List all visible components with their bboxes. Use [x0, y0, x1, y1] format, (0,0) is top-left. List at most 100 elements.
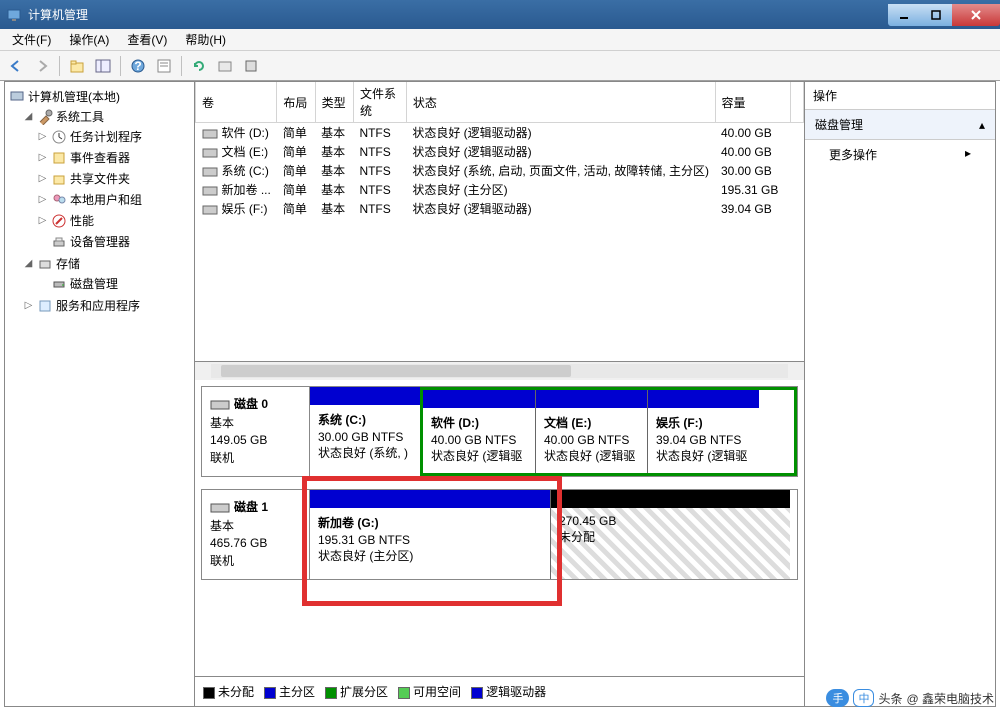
- toolbar-button-a[interactable]: [213, 54, 237, 78]
- partition[interactable]: 文档 (E:)40.00 GB NTFS状态良好 (逻辑驱: [535, 390, 647, 473]
- tree-label: 事件查看器: [70, 149, 130, 166]
- actions-more-label: 更多操作: [829, 146, 877, 163]
- disk-row[interactable]: 磁盘 0 基本 149.05 GB 联机 系统 (C:)30.00 GB NTF…: [201, 386, 798, 477]
- app-icon: [6, 7, 22, 23]
- disk-icon: [51, 276, 67, 292]
- expand-icon[interactable]: ▷: [23, 300, 34, 311]
- tree-device-manager[interactable]: 设备管理器: [35, 232, 192, 251]
- collapse-icon[interactable]: ◢: [23, 258, 34, 269]
- legend-primary: 主分区: [264, 683, 315, 700]
- tree-system-tools[interactable]: ◢ 系统工具: [21, 107, 192, 126]
- menu-bar: 文件(F) 操作(A) 查看(V) 帮助(H): [0, 29, 1000, 51]
- tree-label: 设备管理器: [70, 233, 130, 250]
- disk-type: 基本: [210, 517, 301, 534]
- volume-row[interactable]: 娱乐 (F:)简单基本NTFS状态良好 (逻辑驱动器)39.04 GB: [196, 199, 804, 218]
- volume-icon: [202, 185, 218, 197]
- tree-disk-management[interactable]: 磁盘管理: [35, 274, 192, 293]
- col-filesystem[interactable]: 文件系统: [353, 82, 406, 123]
- show-hide-tree-button[interactable]: [91, 54, 115, 78]
- partition[interactable]: 软件 (D:)40.00 GB NTFS状态良好 (逻辑驱: [423, 390, 535, 473]
- up-button[interactable]: [65, 54, 89, 78]
- refresh-button[interactable]: [187, 54, 211, 78]
- event-icon: [51, 150, 67, 166]
- disk-state: 联机: [210, 552, 301, 569]
- window-titlebar: 计算机管理: [0, 0, 1000, 29]
- tree-services-apps[interactable]: ▷服务和应用程序: [21, 296, 192, 315]
- disk-size: 149.05 GB: [210, 433, 301, 447]
- chevron-right-icon: ▸: [965, 146, 971, 163]
- tree-label: 本地用户和组: [70, 191, 142, 208]
- col-spacer: [790, 82, 803, 123]
- actions-more[interactable]: 更多操作 ▸: [805, 140, 995, 169]
- properties-button[interactable]: [152, 54, 176, 78]
- disk-size: 465.76 GB: [210, 536, 301, 550]
- legend: 未分配 主分区 扩展分区 可用空间 逻辑驱动器: [195, 676, 804, 706]
- collapse-icon[interactable]: ▴: [979, 118, 985, 132]
- computer-icon: [9, 89, 25, 105]
- collapse-icon[interactable]: ◢: [23, 111, 34, 122]
- partition[interactable]: 娱乐 (F:)39.04 GB NTFS状态良好 (逻辑驱: [647, 390, 759, 473]
- volume-icon: [202, 204, 218, 216]
- tree-label: 存储: [56, 255, 80, 272]
- tree-label: 任务计划程序: [70, 128, 142, 145]
- expand-icon[interactable]: ▷: [37, 131, 48, 142]
- navigation-tree[interactable]: 计算机管理(本地) ◢ 系统工具 ▷ 任务计划程序 ▷ 事件查看器 ▷共享文件夹 ▷ 本…: [5, 82, 195, 706]
- horizontal-scrollbar[interactable]: [195, 362, 804, 380]
- scrollbar-thumb[interactable]: [221, 365, 571, 377]
- tree-performance[interactable]: ▷性能: [35, 211, 192, 230]
- menu-help[interactable]: 帮助(H): [177, 29, 234, 50]
- tree-storage[interactable]: ◢ 存储: [21, 254, 192, 273]
- device-icon: [51, 234, 67, 250]
- expand-icon[interactable]: ▷: [37, 173, 48, 184]
- volume-row[interactable]: 新加卷 ...简单基本NTFS状态良好 (主分区)195.31 GB: [196, 180, 804, 199]
- back-button[interactable]: [4, 54, 28, 78]
- partition[interactable]: 新加卷 (G:)195.31 GB NTFS状态良好 (主分区): [310, 490, 550, 579]
- col-type[interactable]: 类型: [315, 82, 353, 123]
- disk-icon: [210, 501, 230, 515]
- menu-action[interactable]: 操作(A): [61, 29, 117, 50]
- partition[interactable]: 系统 (C:)30.00 GB NTFS状态良好 (系统, ): [310, 387, 420, 476]
- window-title: 计算机管理: [28, 6, 888, 23]
- disk-header[interactable]: 磁盘 1 基本 465.76 GB 联机: [202, 490, 310, 579]
- disk-type: 基本: [210, 414, 301, 431]
- volume-list[interactable]: 卷 布局 类型 文件系统 状态 容量 软件 (D:)简单基本NTFS状态良好 (…: [195, 82, 804, 362]
- tree-event-viewer[interactable]: ▷ 事件查看器: [35, 148, 192, 167]
- expand-icon[interactable]: ▷: [37, 215, 48, 226]
- help-button[interactable]: ?: [126, 54, 150, 78]
- svg-text:?: ?: [134, 59, 141, 73]
- volume-row[interactable]: 系统 (C:)简单基本NTFS状态良好 (系统, 启动, 页面文件, 活动, 故…: [196, 161, 804, 180]
- window-minimize-button[interactable]: [888, 4, 920, 26]
- tree-local-users[interactable]: ▷ 本地用户和组: [35, 190, 192, 209]
- actions-header: 操作: [805, 82, 995, 110]
- col-status[interactable]: 状态: [406, 82, 715, 123]
- disk-graphical-view[interactable]: 磁盘 0 基本 149.05 GB 联机 系统 (C:)30.00 GB NTF…: [195, 380, 804, 676]
- expand-icon[interactable]: ▷: [37, 152, 48, 163]
- expand-icon[interactable]: ▷: [37, 194, 48, 205]
- disk-state: 联机: [210, 449, 301, 466]
- disk-row[interactable]: 磁盘 1 基本 465.76 GB 联机 新加卷 (G:)195.31 GB N…: [201, 489, 798, 580]
- tree-task-scheduler[interactable]: ▷ 任务计划程序: [35, 127, 192, 146]
- actions-section[interactable]: 磁盘管理 ▴: [805, 110, 995, 140]
- col-capacity[interactable]: 容量: [715, 82, 790, 123]
- toolbar-button-b[interactable]: [239, 54, 263, 78]
- volume-row[interactable]: 文档 (E:)简单基本NTFS状态良好 (逻辑驱动器)40.00 GB: [196, 142, 804, 161]
- menu-file[interactable]: 文件(F): [4, 29, 59, 50]
- tree-root[interactable]: 计算机管理(本地): [7, 87, 192, 106]
- volume-row[interactable]: 软件 (D:)简单基本NTFS状态良好 (逻辑驱动器)40.00 GB: [196, 123, 804, 143]
- col-volume[interactable]: 卷: [196, 82, 277, 123]
- disk-label: 磁盘 0: [234, 397, 268, 411]
- disk-header[interactable]: 磁盘 0 基本 149.05 GB 联机: [202, 387, 310, 476]
- menu-view[interactable]: 查看(V): [119, 29, 175, 50]
- actions-section-label: 磁盘管理: [815, 116, 863, 133]
- folder-share-icon: [51, 171, 67, 187]
- forward-button[interactable]: [30, 54, 54, 78]
- col-layout[interactable]: 布局: [277, 82, 315, 123]
- window-close-button[interactable]: [952, 4, 1000, 26]
- legend-unallocated: 未分配: [203, 683, 254, 700]
- users-icon: [51, 192, 67, 208]
- unallocated-space[interactable]: 270.45 GB未分配: [550, 490, 790, 579]
- extended-partition[interactable]: 软件 (D:)40.00 GB NTFS状态良好 (逻辑驱文档 (E:)40.0…: [420, 387, 797, 476]
- tree-label: 系统工具: [56, 108, 104, 125]
- window-maximize-button[interactable]: [920, 4, 952, 26]
- tree-shared-folders[interactable]: ▷共享文件夹: [35, 169, 192, 188]
